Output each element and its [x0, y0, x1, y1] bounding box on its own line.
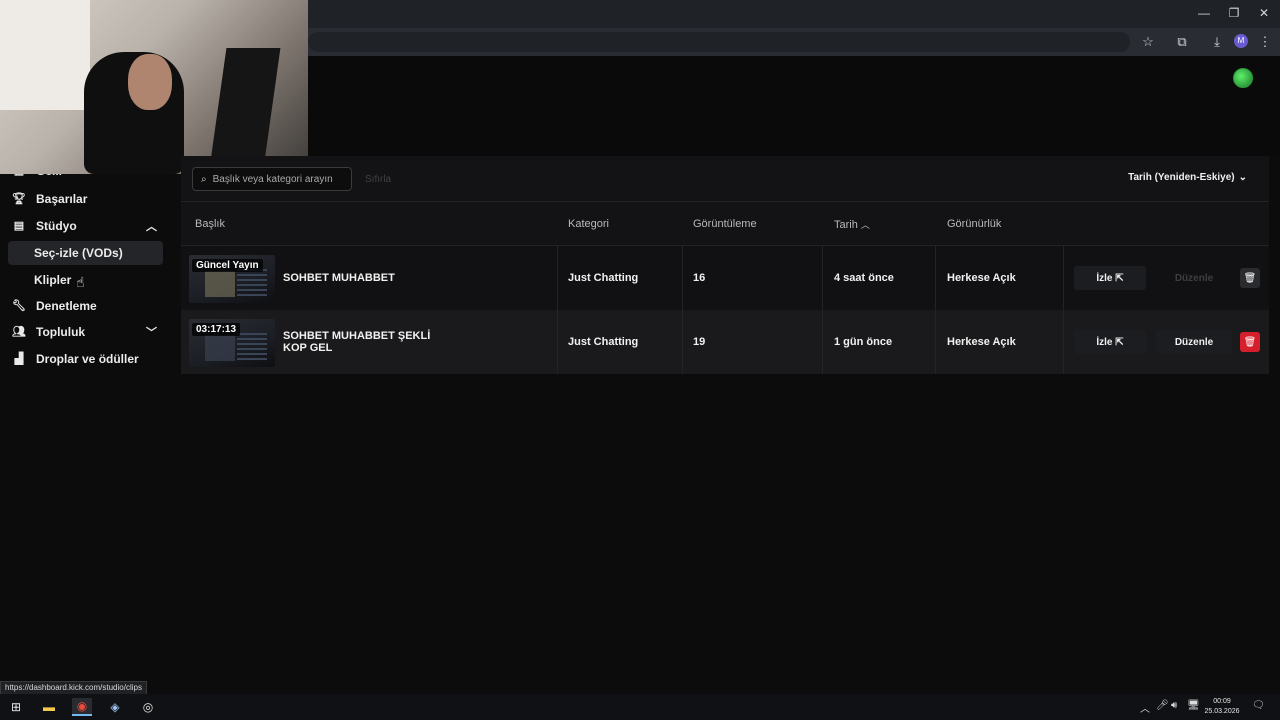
- sidebar-item-label: Droplar ve ödüller: [36, 352, 139, 366]
- table-row: Güncel Yayın SOHBET MUHABBET Just Chatti…: [181, 246, 1269, 310]
- notifications-icon[interactable]: 🗨︎: [1252, 700, 1265, 711]
- extensions-icon[interactable]: ⧉: [1173, 33, 1191, 51]
- vod-views: 16: [693, 272, 706, 284]
- sidebar-item-studio[interactable]: ▤ Stüdyo ︿: [8, 215, 163, 237]
- duration-badge: 03:17:13: [192, 323, 241, 336]
- sidebar: ▥ Gelir 🏆︎ Başarılar ▤ Stüdyo ︿ Seç-izle…: [0, 156, 176, 686]
- system-clock[interactable]: 00:09 25.03.2026: [1202, 697, 1242, 717]
- edit-button-disabled[interactable]: Düzenle: [1156, 266, 1232, 290]
- users-icon: 👥︎: [12, 326, 26, 338]
- edit-button[interactable]: Düzenle: [1156, 330, 1232, 354]
- watch-button[interactable]: İzle ⇱: [1074, 330, 1146, 354]
- close-button[interactable]: ✕: [1256, 6, 1272, 20]
- wrench-icon: 🔧︎: [12, 300, 26, 312]
- column-header-views[interactable]: Görüntüleme: [693, 218, 757, 230]
- vod-thumbnail[interactable]: 03:17:13: [189, 319, 275, 367]
- vod-category: Just Chatting: [568, 272, 639, 284]
- windows-taskbar: ⊞ ▬ ◉ ◈ ◎ ︿ 🎤︎ 🔊︎ 🖥︎ 00:09 25.03.2026 🗨︎: [0, 694, 1280, 720]
- steam-icon[interactable]: ◈: [105, 698, 125, 716]
- menu-kebab-icon[interactable]: ⋮: [1256, 33, 1274, 51]
- sidebar-item-moderation[interactable]: 🔧︎ Denetleme: [8, 295, 163, 317]
- table-row: 03:17:13 SOHBET MUHABBET ŞEKLİ KOP GEL J…: [181, 310, 1269, 374]
- clock-time: 00:09: [1213, 698, 1231, 705]
- minimize-button[interactable]: —: [1196, 6, 1212, 20]
- clock-date: 25.03.2026: [1204, 708, 1240, 715]
- column-header-date[interactable]: Tarih ︿: [834, 218, 870, 231]
- sidebar-item-label: Stüdyo: [36, 219, 77, 233]
- external-link-icon: ⇱: [1115, 336, 1124, 348]
- vod-thumbnail[interactable]: Güncel Yayın: [189, 255, 275, 303]
- reset-button[interactable]: Sıfırla: [365, 174, 391, 185]
- tray-overflow-icon[interactable]: ︿: [1140, 700, 1150, 715]
- downloads-icon[interactable]: ⤓: [1208, 33, 1226, 51]
- file-explorer-icon[interactable]: ▬: [39, 698, 59, 716]
- vod-date: 4 saat önce: [834, 272, 894, 284]
- vod-title: SOHBET MUHABBET ŞEKLİ KOP GEL: [283, 330, 431, 354]
- chevron-up-icon: ︿: [146, 221, 157, 233]
- vod-views: 19: [693, 336, 706, 348]
- bookmark-star-icon[interactable]: ☆: [1139, 33, 1157, 51]
- delete-button[interactable]: 🗑︎: [1240, 332, 1260, 352]
- watch-label: İzle: [1096, 336, 1113, 348]
- column-header-category[interactable]: Kategori: [568, 218, 609, 230]
- chevron-down-icon: ﹀: [146, 327, 157, 339]
- sidebar-item-label: Başarılar: [36, 192, 88, 206]
- vod-category: Just Chatting: [568, 336, 639, 348]
- vod-visibility: Herkese Açık: [947, 272, 1016, 284]
- watch-button[interactable]: İzle ⇱: [1074, 266, 1146, 290]
- restore-button[interactable]: ❐: [1226, 6, 1242, 20]
- trophy-icon: 🏆︎: [12, 193, 26, 205]
- microphone-icon[interactable]: 🎤︎: [1156, 700, 1169, 711]
- sort-asc-icon: ︿: [860, 220, 870, 230]
- live-badge: Güncel Yayın: [192, 259, 263, 272]
- vod-title: SOHBET MUHABBET: [283, 272, 395, 284]
- sidebar-item-drops[interactable]: ▟ Droplar ve ödüller: [8, 348, 163, 370]
- film-icon: ▤: [13, 220, 25, 232]
- column-header-date-label: Tarih: [834, 219, 858, 231]
- chevron-down-icon: ⌄: [1238, 172, 1247, 183]
- search-field[interactable]: ⌕: [192, 167, 352, 191]
- sidebar-item-achievements[interactable]: 🏆︎ Başarılar: [8, 188, 163, 210]
- address-bar[interactable]: [308, 32, 1130, 52]
- watch-label: İzle: [1096, 272, 1113, 284]
- vod-date: 1 gün önce: [834, 336, 893, 348]
- search-icon: ⌕: [201, 173, 207, 185]
- sidebar-item-community[interactable]: 👥︎ Topluluk ﹀: [8, 321, 163, 343]
- trash-icon: 🗑︎: [1243, 336, 1257, 348]
- chrome-icon[interactable]: ◉: [72, 698, 92, 716]
- table-header: Başlık Kategori Görüntüleme Tarih ︿ Görü…: [181, 202, 1269, 246]
- column-header-title[interactable]: Başlık: [195, 218, 225, 230]
- mouse-pointer-icon: ☝︎: [76, 274, 85, 290]
- sort-dropdown[interactable]: Tarih (Yeniden-Eskiye) ⌄: [1128, 172, 1247, 183]
- vod-visibility: Herkese Açık: [947, 336, 1016, 348]
- sidebar-item-label: Topluluk: [36, 325, 86, 339]
- user-avatar[interactable]: [1233, 68, 1253, 88]
- profile-avatar[interactable]: M: [1234, 34, 1248, 48]
- obs-icon[interactable]: ◎: [138, 698, 158, 716]
- trash-icon: 🗑︎: [1243, 272, 1257, 284]
- chart-icon: ▟: [14, 353, 24, 365]
- delete-button[interactable]: 🗑︎: [1240, 268, 1260, 288]
- link-status-bar: https://dashboard.kick.com/studio/clips: [0, 681, 147, 695]
- sidebar-item-clips[interactable]: Klipler: [8, 268, 163, 292]
- vods-table-panel: ⌕ Sıfırla Tarih (Yeniden-Eskiye)⌄ Başlık…: [181, 156, 1269, 374]
- webcam-overlay: [0, 0, 308, 174]
- filter-toolbar: ⌕ Sıfırla Tarih (Yeniden-Eskiye)⌄: [181, 156, 1269, 202]
- search-input[interactable]: [212, 173, 343, 185]
- sidebar-item-vods[interactable]: Seç-izle (VODs): [8, 241, 163, 265]
- sort-label: Tarih (Yeniden-Eskiye): [1128, 172, 1235, 183]
- volume-icon[interactable]: 🔊︎: [1171, 700, 1177, 711]
- sidebar-item-label: Denetleme: [36, 299, 97, 313]
- column-header-visibility[interactable]: Görünürlük: [947, 218, 1001, 230]
- network-icon[interactable]: 🖥︎: [1187, 700, 1200, 711]
- windows-start-icon[interactable]: ⊞: [6, 698, 26, 716]
- external-link-icon: ⇱: [1115, 272, 1124, 284]
